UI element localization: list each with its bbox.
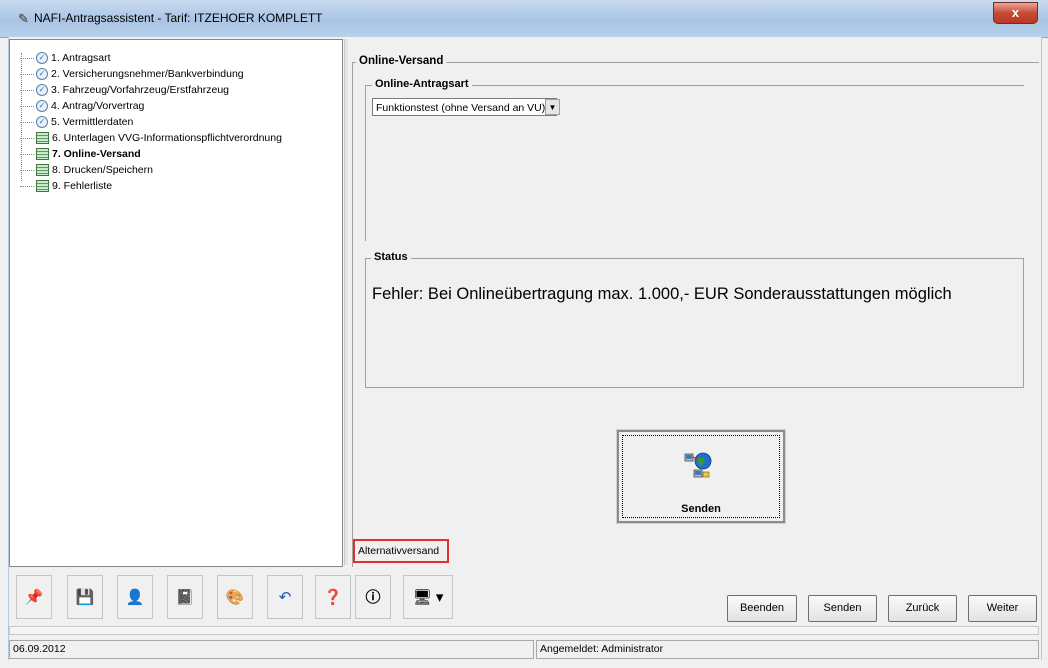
tree-item-versicherungsnehmer[interactable]: ✓ 2. Versicherungsnehmer/Bankverbindung <box>20 68 244 84</box>
help-icon[interactable]: ❓ <box>315 575 351 619</box>
form-icon <box>36 180 49 193</box>
check-icon: ✓ <box>36 52 48 65</box>
antragsart-select[interactable]: Funktionstest (ohne Versand an VU) <box>372 98 557 116</box>
tree-item-online-versand[interactable]: 7. Online-Versand <box>20 148 141 164</box>
form-icon <box>36 132 49 145</box>
status-legend: Status <box>371 251 411 263</box>
zurueck-button[interactable]: Zurück <box>888 595 957 622</box>
check-icon: ✓ <box>36 84 48 97</box>
status-date: 06.09.2012 <box>9 640 534 659</box>
document-icon[interactable]: 📓 <box>167 575 203 619</box>
tree-item-drucken-speichern[interactable]: 8. Drucken/Speichern <box>20 164 153 180</box>
tree-item-antrag-vorvertrag[interactable]: ✓ 4. Antrag/Vorvertrag <box>20 100 144 116</box>
save-icon[interactable]: 💾 <box>67 575 103 619</box>
check-icon: ✓ <box>36 68 48 81</box>
toolbar: 📌 💾 👤 📓 🎨 ↶ ❓ ⓘ 🖥 ▾ <box>9 575 469 622</box>
beenden-button[interactable]: Beenden <box>727 595 797 622</box>
check-icon: ✓ <box>36 100 48 113</box>
status-message: Fehler: Bei Onlineübertragung max. 1.000… <box>372 285 952 303</box>
tree-item-fahrzeug[interactable]: ✓ 3. Fahrzeug/Vorfahrzeug/Erstfahrzeug <box>20 84 229 100</box>
form-icon <box>36 164 49 177</box>
status-group <box>365 258 1024 388</box>
pin-icon[interactable]: 📌 <box>16 575 52 619</box>
send-online-label: Senden <box>681 503 721 515</box>
senden-button[interactable]: Senden <box>808 595 877 622</box>
computer-icon[interactable]: 🖥 ▾ <box>403 575 453 619</box>
splitter[interactable] <box>344 39 348 565</box>
tree-item-fehlerliste[interactable]: 9. Fehlerliste <box>20 180 112 196</box>
info-icon[interactable]: ⓘ <box>355 575 391 619</box>
tree-item-unterlagen[interactable]: 6. Unterlagen VVG-Informationspflichtver… <box>20 132 282 148</box>
navigation-tree: ✓ 1. Antragsart ✓ 2. Versicherungsnehmer/B… <box>9 39 343 567</box>
form-icon <box>36 148 49 161</box>
weiter-button[interactable]: Weiter <box>968 595 1037 622</box>
horizontal-scrollbar[interactable] <box>9 626 1039 635</box>
alternativversand-link[interactable]: Alternativversand <box>353 539 449 563</box>
title-bar: ✎ NAFI-Antragsassistent - Tarif: ITZEHOE… <box>0 0 1048 38</box>
antragsart-legend: Online-Antragsart <box>372 78 472 90</box>
section-title: Online-Versand <box>356 55 447 67</box>
status-bar: 06.09.2012 Angemeldet: Administrator <box>9 640 1039 660</box>
window-title: NAFI-Antragsassistent - Tarif: ITZEHOER … <box>34 11 323 25</box>
undo-icon[interactable]: ↶ <box>267 575 303 619</box>
check-icon: ✓ <box>36 116 48 129</box>
status-user: Angemeldet: Administrator <box>536 640 1039 659</box>
close-button[interactable]: x <box>993 2 1038 24</box>
network-globe-icon <box>684 452 712 478</box>
chevron-down-icon[interactable]: ▼ <box>545 99 560 115</box>
tree-item-antragsart[interactable]: ✓ 1. Antragsart <box>20 52 111 68</box>
tree-item-vermittlerdaten[interactable]: ✓ 5. Vermittlerdaten <box>20 116 133 132</box>
palette-icon[interactable]: 🎨 <box>217 575 253 619</box>
send-online-button[interactable]: Senden <box>616 429 786 524</box>
person-icon[interactable]: 👤 <box>117 575 153 619</box>
pen-icon: ✎ <box>18 11 29 26</box>
